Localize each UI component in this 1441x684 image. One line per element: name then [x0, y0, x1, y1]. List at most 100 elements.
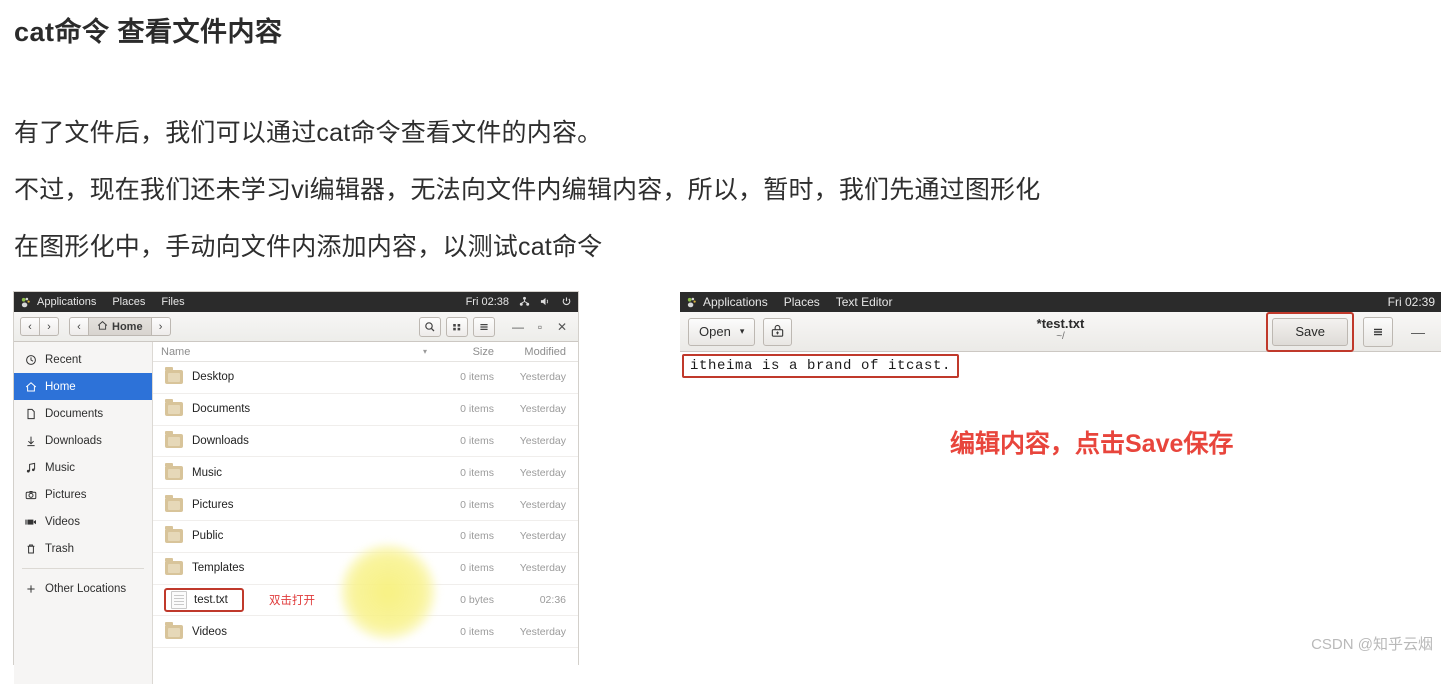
window-buttons: — ▫ ✕: [508, 317, 572, 337]
file-manager-topbar: Applications Places Files Fri 02:38: [14, 292, 578, 312]
open-button-label: Open: [699, 324, 731, 339]
minimize-button[interactable]: —: [1403, 324, 1433, 340]
selection-highlight: test.txt: [164, 587, 244, 612]
annotation-double-click: 双击打开: [269, 594, 315, 607]
menu-applications[interactable]: Applications: [37, 296, 96, 308]
sidebar-item-label: Pictures: [45, 488, 87, 501]
sidebar-item-documents[interactable]: Documents: [14, 400, 152, 427]
menu-places[interactable]: Places: [784, 295, 820, 309]
clock-icon: [24, 353, 37, 366]
volume-icon[interactable]: [539, 296, 551, 308]
file-modified: Yesterday: [519, 371, 566, 384]
file-manager-toolbar: ‹ › ‹ Home › — ▫ ✕: [14, 312, 578, 342]
breadcrumb-next-button[interactable]: ›: [150, 317, 171, 336]
download-icon: [24, 434, 37, 447]
menu-applications[interactable]: Applications: [703, 295, 768, 309]
grid-view-icon[interactable]: [446, 316, 468, 337]
column-header-name[interactable]: Name: [161, 346, 418, 358]
back-button[interactable]: ‹: [20, 317, 40, 336]
file-list: Name ▾ Size Modified Desktop 0 items Yes…: [153, 342, 578, 684]
sidebar-item-label: Trash: [45, 542, 74, 555]
folder-icon: [165, 494, 183, 512]
table-row-selected[interactable]: test.txt 双击打开 0 bytes 02:36: [153, 585, 578, 617]
file-modified: 02:36: [539, 593, 566, 606]
column-header-modified[interactable]: Modified: [494, 346, 570, 358]
table-row[interactable]: Downloads 0 items Yesterday: [153, 426, 578, 458]
page-title: cat命令 查看文件内容: [14, 17, 283, 47]
sidebar-item-music[interactable]: Music: [14, 454, 152, 481]
table-row[interactable]: Templates 0 items Yesterday: [153, 553, 578, 585]
sidebar-item-pictures[interactable]: Pictures: [14, 481, 152, 508]
file-manager-body: Recent Home Documents Downloads Music Pi…: [14, 342, 578, 684]
sidebar-item-label: Music: [45, 461, 76, 474]
article-paragraph: 在图形化中，手动向文件内添加内容，以测试cat命令: [14, 233, 603, 261]
breadcrumb-home-label: Home: [112, 320, 143, 333]
sidebar-item-label: Downloads: [45, 434, 102, 447]
file-size: 0 items: [460, 625, 494, 638]
folder-icon: [165, 399, 183, 417]
system-clock[interactable]: Fri 02:38: [466, 296, 509, 308]
folder-icon: [165, 367, 183, 385]
table-row[interactable]: Pictures 0 items Yesterday: [153, 489, 578, 521]
folder-icon: [165, 526, 183, 544]
video-icon: [24, 515, 37, 528]
network-icon[interactable]: [518, 296, 530, 308]
file-modified: Yesterday: [519, 498, 566, 511]
text-editor-window: Applications Places Text Editor Fri 02:3…: [680, 292, 1441, 684]
file-name: Music: [192, 466, 223, 479]
menu-app-name[interactable]: Files: [161, 296, 184, 308]
folder-icon: [165, 462, 183, 480]
table-row[interactable]: Music 0 items Yesterday: [153, 457, 578, 490]
sidebar-item-recent[interactable]: Recent: [14, 346, 152, 373]
file-list-header: Name ▾ Size Modified: [153, 342, 578, 362]
menu-places[interactable]: Places: [112, 296, 145, 308]
breadcrumb-home[interactable]: Home: [88, 317, 152, 336]
table-row[interactable]: Documents 0 items Yesterday: [153, 394, 578, 426]
table-row[interactable]: Public 0 items Yesterday: [153, 521, 578, 553]
sidebar-item-other-locations[interactable]: Other Locations: [14, 575, 152, 602]
column-header-size[interactable]: Size: [432, 346, 494, 358]
search-icon[interactable]: [419, 316, 441, 337]
gnome-foot-icon: [687, 297, 696, 307]
sidebar-item-label: Videos: [45, 515, 80, 528]
save-button-highlight: Save: [1266, 311, 1354, 352]
file-size: 0 items: [460, 562, 494, 575]
sidebar: Recent Home Documents Downloads Music Pi…: [14, 342, 153, 684]
new-document-icon[interactable]: [763, 317, 793, 346]
file-size: 0 items: [460, 530, 494, 543]
text-file-icon: [171, 590, 187, 609]
power-icon[interactable]: [560, 296, 572, 308]
file-name: Pictures: [192, 498, 234, 511]
table-row[interactable]: Desktop 0 items Yesterday: [153, 362, 578, 394]
forward-button[interactable]: ›: [39, 317, 59, 336]
folder-icon: [165, 558, 183, 576]
article-paragraph: 有了文件后，我们可以通过cat命令查看文件的内容。: [14, 119, 603, 147]
file-modified: Yesterday: [519, 466, 566, 479]
file-name: test.txt: [194, 593, 228, 606]
sidebar-item-downloads[interactable]: Downloads: [14, 427, 152, 454]
file-name: Desktop: [192, 371, 235, 384]
file-name: Documents: [192, 403, 251, 416]
close-button[interactable]: ✕: [552, 317, 572, 337]
table-row[interactable]: Videos 0 items Yesterday: [153, 616, 578, 649]
text-editor-toolbar: Open ▾ *test.txt ~/ Save —: [680, 311, 1441, 352]
file-size: 0 items: [460, 371, 494, 384]
file-name: Public: [192, 530, 224, 543]
plus-icon: [24, 582, 37, 595]
breadcrumb-prev-button[interactable]: ‹: [69, 317, 89, 336]
editor-text-line[interactable]: itheima is a brand of itcast.: [682, 354, 960, 378]
sort-indicator-icon[interactable]: ▾: [418, 347, 432, 356]
file-modified: Yesterday: [519, 403, 566, 416]
open-button[interactable]: Open ▾: [688, 317, 756, 346]
minimize-button[interactable]: —: [508, 317, 528, 337]
sidebar-item-videos[interactable]: Videos: [14, 508, 152, 535]
sidebar-item-home[interactable]: Home: [14, 373, 152, 400]
menu-app-name[interactable]: Text Editor: [836, 295, 893, 309]
system-clock[interactable]: Fri 02:39: [1388, 295, 1435, 309]
file-size: 0 items: [460, 434, 494, 447]
hamburger-icon[interactable]: [473, 316, 495, 337]
hamburger-icon[interactable]: [1363, 316, 1393, 347]
save-button[interactable]: Save: [1272, 317, 1348, 346]
sidebar-item-trash[interactable]: Trash: [14, 535, 152, 562]
maximize-button[interactable]: ▫: [530, 317, 550, 337]
